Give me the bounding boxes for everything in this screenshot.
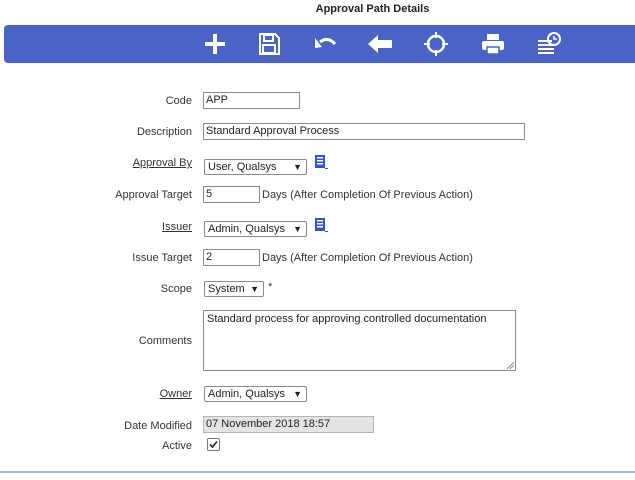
toolbar <box>4 25 635 63</box>
footer-divider <box>0 471 635 473</box>
approval-by-select[interactable]: User, Qualsys ▼ <box>204 159 307 175</box>
description-label: Description <box>136 126 192 138</box>
approval-by-link[interactable]: Approval By <box>0 157 192 169</box>
save-button[interactable] <box>254 29 284 59</box>
owner-value: Admin, Qualsys <box>208 388 286 400</box>
code-label: Code <box>165 95 192 107</box>
approval-by-lookup-icon[interactable] <box>314 154 328 170</box>
comments-textarea[interactable]: Standard process for approving controlle… <box>203 310 516 371</box>
locate-icon <box>424 32 448 56</box>
undo-icon <box>315 37 337 48</box>
save-icon <box>259 33 280 55</box>
scope-select[interactable]: System ▼ <box>204 281 264 297</box>
issuer-value: Admin, Qualsys <box>208 223 286 235</box>
history-icon <box>538 32 561 54</box>
approval-by-value: User, Qualsys <box>208 161 277 173</box>
approval-target-input[interactable]: 5 <box>203 186 260 203</box>
date-modified-label: Date Modified <box>124 420 192 432</box>
resize-handle-icon[interactable] <box>507 362 514 369</box>
undo-button[interactable] <box>310 29 340 59</box>
code-input[interactable]: APP <box>203 92 300 109</box>
description-input[interactable]: Standard Approval Process <box>203 123 525 140</box>
back-arrow-icon <box>368 35 392 53</box>
chevron-down-icon: ▼ <box>293 389 302 399</box>
active-label: Active <box>162 440 192 452</box>
scope-label: Scope <box>160 283 192 295</box>
print-icon <box>482 34 504 55</box>
scope-value: System <box>208 283 245 295</box>
chevron-down-icon: ▼ <box>250 284 259 294</box>
comments-text: Standard process for approving controlle… <box>207 313 487 325</box>
page-title: Approval Path Details <box>315 3 430 15</box>
date-modified-field: 07 November 2018 18:57 <box>203 416 374 433</box>
issue-target-label: Issue Target <box>132 252 192 264</box>
comments-label: Comments <box>138 335 192 347</box>
back-button[interactable] <box>365 29 395 59</box>
issuer-lookup-icon[interactable] <box>314 217 328 233</box>
required-mark: * <box>268 281 273 293</box>
history-button[interactable] <box>534 29 564 59</box>
approval-target-label: Approval Target <box>115 189 192 201</box>
chevron-down-icon: ▼ <box>293 224 302 234</box>
locate-button[interactable] <box>421 29 451 59</box>
owner-select[interactable]: Admin, Qualsys ▼ <box>204 386 307 402</box>
active-checkbox[interactable] <box>207 438 220 451</box>
issue-target-input[interactable]: 2 <box>203 249 260 266</box>
chevron-down-icon: ▼ <box>293 162 302 172</box>
plus-icon <box>205 34 225 54</box>
approval-target-suffix: Days (After Completion Of Previous Actio… <box>262 189 473 201</box>
checkmark-icon <box>209 440 218 449</box>
issue-target-suffix: Days (After Completion Of Previous Actio… <box>262 252 473 264</box>
print-button[interactable] <box>478 29 508 59</box>
owner-link[interactable]: Owner <box>0 388 192 400</box>
issuer-link[interactable]: Issuer <box>0 221 192 233</box>
add-button[interactable] <box>200 29 230 59</box>
issuer-select[interactable]: Admin, Qualsys ▼ <box>204 221 307 237</box>
